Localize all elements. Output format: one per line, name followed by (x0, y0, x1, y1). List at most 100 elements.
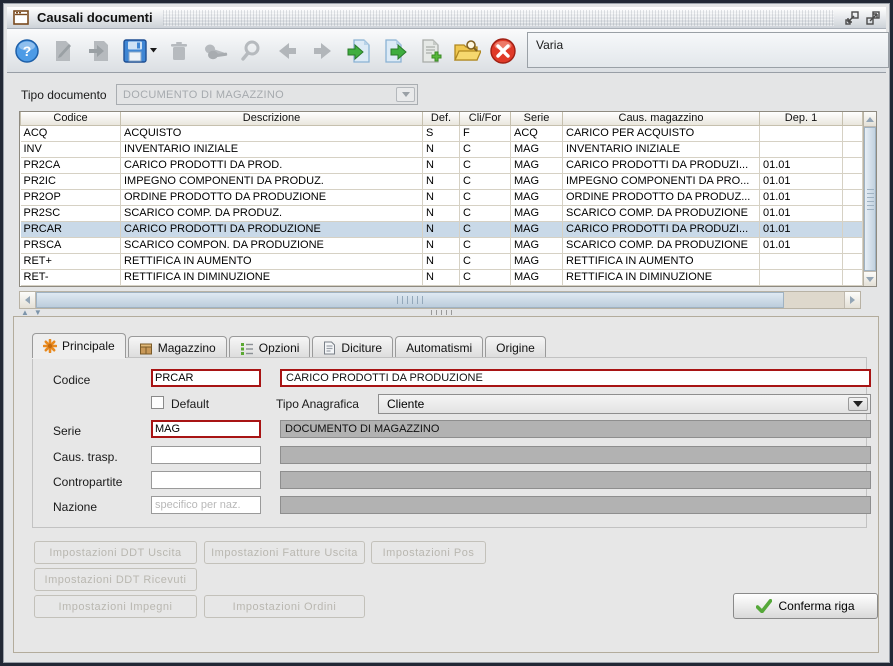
edit-document-button[interactable] (47, 34, 79, 68)
chevron-down-icon (848, 397, 868, 411)
impostazioni-ordini-button[interactable]: Impostazioni Ordini (204, 595, 365, 618)
tipo-anagrafica-value: Cliente (387, 397, 424, 411)
table-row[interactable]: PR2OPORDINE PRODOTTO DA PRODUZIONENCMAGO… (21, 189, 863, 205)
scroll-right-icon[interactable] (844, 292, 860, 308)
scroll-down-icon[interactable] (864, 271, 876, 286)
conferma-riga-label: Conferma riga (778, 599, 854, 613)
maximize-icon[interactable] (865, 10, 880, 25)
horizontal-scrollbar-thumb[interactable] (36, 292, 784, 308)
column-header[interactable]: Cli/For (460, 112, 511, 125)
new-document-button[interactable] (415, 34, 447, 68)
duplicate-document-button[interactable] (83, 34, 115, 68)
minimize-icon[interactable] (844, 10, 859, 25)
tab-diciture[interactable]: Diciture (312, 336, 393, 358)
serie-label: Serie (53, 424, 81, 438)
column-header[interactable]: Serie (511, 112, 563, 125)
serie-input[interactable] (151, 420, 261, 438)
column-header[interactable]: Caus. magazzino (563, 112, 760, 125)
chevron-down-icon (396, 87, 415, 102)
search-button[interactable] (235, 34, 267, 68)
help-icon: ? (14, 38, 40, 64)
impostazioni-ddt-uscita-button[interactable]: Impostazioni DDT Uscita (34, 541, 197, 564)
tab-label: Principale (62, 339, 115, 353)
duplicate-document-icon (87, 39, 111, 63)
column-header[interactable]: Dep. 1 (760, 112, 843, 125)
archive-search-button[interactable] (451, 34, 483, 68)
conferma-riga-button[interactable]: Conferma riga (733, 593, 878, 619)
export-document-button[interactable] (379, 34, 411, 68)
impostazioni-pos-button[interactable]: Impostazioni Pos (371, 541, 486, 564)
causali-table-body: ACQACQUISTOSFACQCARICO PER ACQUISTOINVIN… (21, 125, 863, 286)
cancel-button[interactable] (487, 34, 519, 68)
table-row[interactable]: RET+RETTIFICA IN AUMENTONCMAGRETTIFICA I… (21, 253, 863, 269)
vertical-scrollbar-thumb[interactable] (864, 127, 876, 271)
status-box: Varia (527, 32, 889, 68)
default-checkbox[interactable] (151, 396, 164, 409)
table-row[interactable]: PR2SCSCARICO COMP. DA PRODUZ.NCMAGSCARIC… (21, 205, 863, 221)
column-header[interactable] (843, 112, 863, 125)
asterisk-icon (43, 339, 57, 353)
import-document-button[interactable] (343, 34, 375, 68)
impostazioni-impegni-button[interactable]: Impostazioni Impegni (34, 595, 197, 618)
archive-search-icon (453, 38, 481, 64)
table-row[interactable]: PR2CACARICO PRODOTTI DA PROD.NCMAGCARICO… (21, 157, 863, 173)
new-document-icon (418, 38, 444, 64)
scroll-up-icon[interactable] (864, 112, 876, 127)
scroll-left-icon[interactable] (20, 292, 36, 308)
edit-document-icon (51, 39, 75, 63)
delete-button[interactable] (163, 34, 195, 68)
column-header[interactable]: Descrizione (121, 112, 423, 125)
split-divider-handle[interactable] (431, 310, 453, 315)
vertical-scrollbar[interactable] (863, 112, 876, 286)
next-button[interactable] (307, 34, 339, 68)
next-icon (311, 39, 335, 63)
nazione-input[interactable] (151, 496, 261, 514)
title-bar[interactable]: Causali documenti (7, 7, 886, 29)
tab-principale[interactable]: Principale (32, 333, 126, 358)
cancel-icon (489, 37, 517, 65)
table-row[interactable]: PRCARCARICO PRODOTTI DA PRODUZIONENCMAGC… (21, 221, 863, 237)
save-button[interactable] (119, 34, 159, 68)
status-label: Varia (536, 38, 563, 52)
table-row[interactable]: INVINVENTARIO INIZIALENCMAGINVENTARIO IN… (21, 141, 863, 157)
window-icon (13, 10, 29, 25)
keys-button[interactable] (199, 34, 231, 68)
tipo-anagrafica-select[interactable]: Cliente (378, 394, 871, 414)
check-icon (756, 599, 772, 613)
tab-opzioni[interactable]: Opzioni (229, 336, 311, 358)
search-icon (239, 39, 263, 63)
contropartite-input[interactable] (151, 471, 261, 489)
tipo-documento-value: DOCUMENTO DI MAGAZZINO (123, 89, 284, 101)
tab-automatismi[interactable]: Automatismi (395, 336, 483, 358)
table-row[interactable]: RET-RETTIFICA IN DIMINUZIONENCMAGRETTIFI… (21, 269, 863, 285)
keys-icon (202, 39, 228, 63)
table-header-row: CodiceDescrizioneDef.Cli/ForSerieCaus. m… (21, 112, 863, 125)
causali-documenti-window: Causali documenti ? (0, 0, 893, 666)
tab-magazzino[interactable]: Magazzino (128, 336, 227, 358)
help-button[interactable]: ? (11, 34, 43, 68)
save-icon (121, 38, 157, 64)
horizontal-scrollbar[interactable] (19, 291, 861, 309)
codice-label: Codice (53, 373, 90, 387)
delete-icon (167, 39, 191, 63)
table-row[interactable]: PRSCASCARICO COMPON. DA PRODUZIONENCMAGS… (21, 237, 863, 253)
table-row[interactable]: ACQACQUISTOSFACQCARICO PER ACQUISTO (21, 125, 863, 141)
impostazioni-ddt-ricevuti-button[interactable]: Impostazioni DDT Ricevuti (34, 568, 197, 591)
document-icon (323, 341, 336, 355)
tipo-documento-select[interactable]: DOCUMENTO DI MAGAZZINO (116, 84, 418, 105)
column-header[interactable]: Codice (21, 112, 121, 125)
table-row[interactable]: PR2ICIMPEGNO COMPONENTI DA PRODUZ.NCMAGI… (21, 173, 863, 189)
causali-table: CodiceDescrizioneDef.Cli/ForSerieCaus. m… (19, 111, 877, 287)
tab-label: Diciture (341, 341, 382, 355)
tab-label: Magazzino (158, 341, 216, 355)
serie-description-field: DOCUMENTO DI MAGAZZINO (280, 420, 871, 438)
codice-input[interactable] (151, 369, 261, 387)
impostazioni-fatture-uscita-button[interactable]: Impostazioni Fatture Uscita (204, 541, 365, 564)
tab-origine[interactable]: Origine (485, 336, 546, 358)
previous-icon (275, 39, 299, 63)
caus-trasp-input[interactable] (151, 446, 261, 464)
column-header[interactable]: Def. (423, 112, 460, 125)
previous-button[interactable] (271, 34, 303, 68)
detail-panel: Principale Magazzino Opzioni Diciture Au… (13, 316, 879, 653)
codice-description-input[interactable]: CARICO PRODOTTI DA PRODUZIONE (280, 369, 871, 387)
